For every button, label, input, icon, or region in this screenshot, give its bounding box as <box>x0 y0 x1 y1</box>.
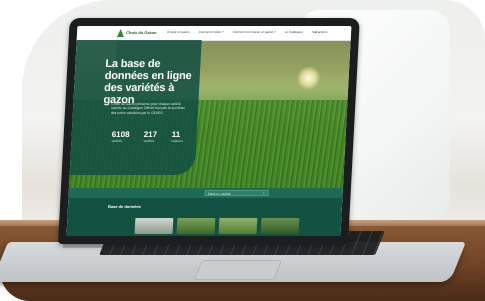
laptop-photo: Choix du Gazon Choisir un gazon Comment … <box>0 0 485 301</box>
nav-menu: Choisir un gazon Comment choisir ? Comme… <box>167 30 327 34</box>
stat-especes: 11 Espèces <box>171 130 183 143</box>
database-section: Base de données <box>66 198 343 236</box>
search-icon[interactable]: ⌕ <box>315 29 321 35</box>
stat-label: Variétés <box>143 139 155 143</box>
site-logo[interactable]: Choix du Gazon <box>117 29 157 37</box>
nav-item-evaluation[interactable]: Comment est évalué un gazon ? <box>233 30 276 34</box>
search-band: Saisir un variété ⌕ <box>68 188 343 198</box>
variety-search-input[interactable]: Saisir un variété <box>204 190 269 196</box>
nav-item-catalogue[interactable]: Le Catalogue <box>285 30 303 34</box>
stat-value: 6108 <box>111 130 130 139</box>
section-title: Base de données <box>107 204 142 209</box>
stat-varietes: 6108 Variétés <box>111 130 129 143</box>
hero-description: Choix du Gazon présente pour chaque vari… <box>110 102 186 115</box>
hero-panel: La base de données en ligne des variétés… <box>69 40 202 175</box>
logo-text: Choix du Gazon <box>125 30 157 35</box>
thumbnail-image[interactable] <box>176 218 216 234</box>
leaf-icon <box>117 29 124 37</box>
site-navbar: Choix du Gazon Choisir un gazon Comment … <box>76 26 352 41</box>
thumbnail-row <box>134 218 300 234</box>
nav-item-choisir[interactable]: Choisir un gazon <box>167 30 190 34</box>
thumbnail-image[interactable] <box>260 218 300 234</box>
hero-stats: 6108 Variétés 217 Variétés 11 Espèces <box>111 130 197 150</box>
nav-item-comment-choisir[interactable]: Comment choisir ? <box>199 30 224 34</box>
stat-varietes-2: 217 Variétés <box>143 130 157 143</box>
laptop-screen: Choix du Gazon Choisir un gazon Comment … <box>58 18 360 244</box>
hero-title: La base de données en ligne des variétés… <box>103 58 192 106</box>
stat-label: Espèces <box>171 139 184 143</box>
stat-value: 11 <box>171 130 181 139</box>
thumbnail-image[interactable] <box>218 218 258 234</box>
magnifier-icon[interactable]: ⌕ <box>263 190 266 196</box>
web-page: Choix du Gazon Choisir un gazon Comment … <box>66 26 352 236</box>
thumbnail-image[interactable] <box>134 218 174 234</box>
laptop-trackpad <box>193 260 283 280</box>
stat-label: Variétés <box>111 139 123 143</box>
stat-value: 217 <box>143 130 158 139</box>
